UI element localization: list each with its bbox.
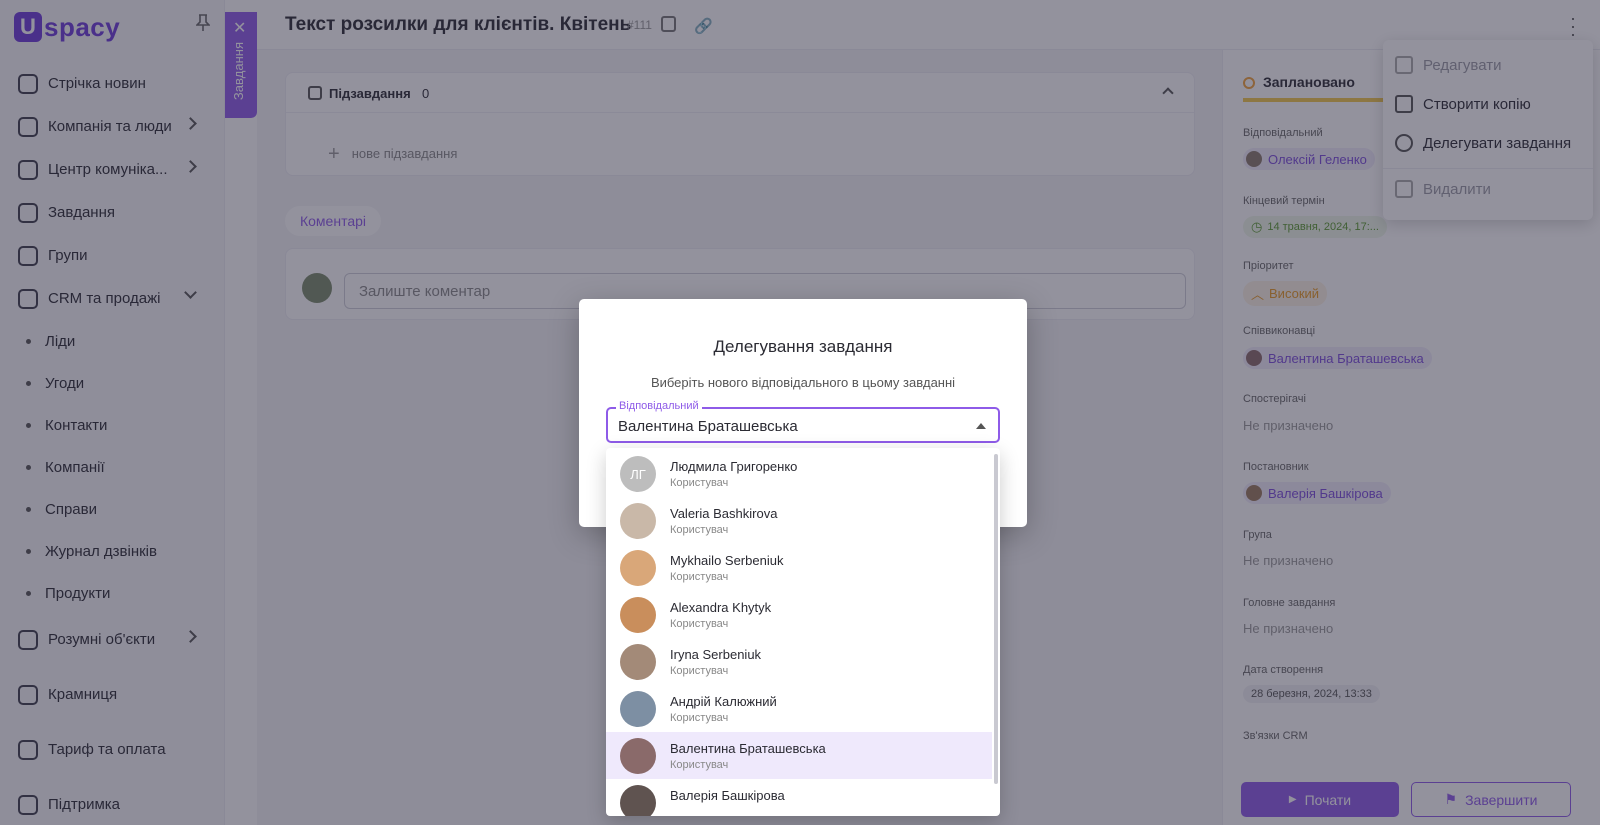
list-item[interactable]: ЛГ Людмила Григоренко Користувач	[606, 450, 992, 497]
dialog-subtitle: Виберіть нового відповідального в цьому …	[650, 375, 956, 390]
list-item[interactable]: Валерія Башкірова	[606, 779, 992, 816]
option-name: Валерія Башкірова	[670, 788, 785, 803]
list-item[interactable]: Iryna Serbeniuk Користувач	[606, 638, 992, 685]
avatar	[620, 550, 656, 586]
responsible-select[interactable]: Відповідальний Валентина Браташевська	[606, 400, 1000, 443]
option-name: Людмила Григоренко	[670, 459, 798, 474]
avatar	[620, 785, 656, 816]
caret-up-icon[interactable]	[976, 423, 986, 429]
select-value: Валентина Браташевська	[618, 418, 798, 435]
option-role: Користувач	[670, 524, 729, 536]
option-name: Valeria Bashkirova	[670, 506, 778, 521]
avatar	[620, 597, 656, 633]
list-item[interactable]: Mykhailo Serbeniuk Користувач	[606, 544, 992, 591]
list-scrollbar[interactable]	[994, 454, 998, 784]
option-name: Iryna Serbeniuk	[670, 647, 762, 662]
list-item[interactable]: Valeria Bashkirova Користувач	[606, 497, 992, 544]
list-item-selected[interactable]: Валентина Браташевська Користувач	[606, 732, 992, 779]
dialog-title: Делегування завдання	[713, 337, 893, 356]
option-role: Користувач	[670, 759, 729, 771]
option-name: Валентина Браташевська	[670, 741, 826, 756]
option-role: Користувач	[670, 477, 729, 489]
avatar	[620, 503, 656, 539]
responsible-options-list: ЛГ Людмила Григоренко Користувач Valeria…	[606, 448, 1000, 816]
option-role: Користувач	[670, 571, 729, 583]
option-role: Користувач	[670, 618, 729, 630]
avatar	[620, 644, 656, 680]
list-item[interactable]: Alexandra Khytyk Користувач	[606, 591, 992, 638]
list-item[interactable]: Андрій Калюжний Користувач	[606, 685, 992, 732]
avatar: ЛГ	[620, 456, 656, 492]
avatar	[620, 691, 656, 727]
option-role: Користувач	[670, 665, 729, 677]
select-label: Відповідальний	[616, 400, 702, 412]
option-name: Андрій Калюжний	[670, 694, 777, 709]
option-role: Користувач	[670, 712, 729, 724]
option-name: Alexandra Khytyk	[670, 600, 772, 615]
avatar	[620, 738, 656, 774]
option-name: Mykhailo Serbeniuk	[670, 553, 784, 568]
